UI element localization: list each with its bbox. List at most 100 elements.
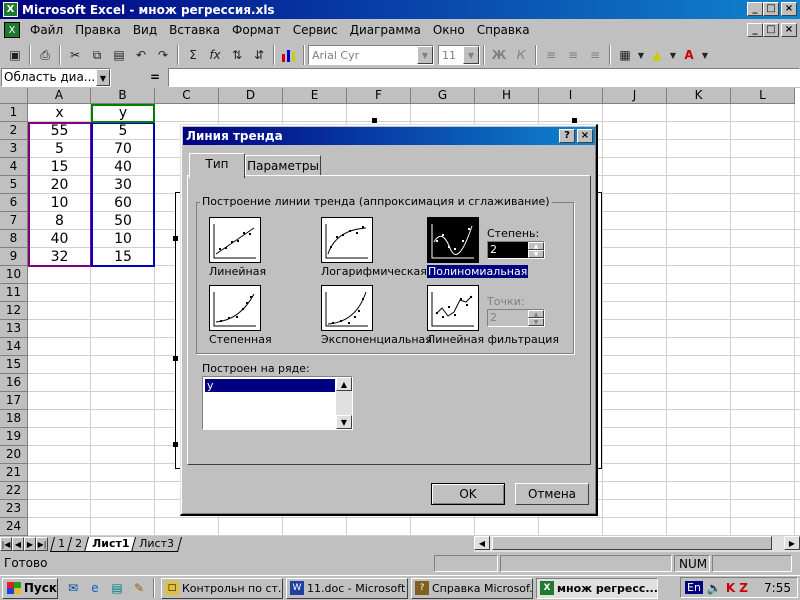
row-header[interactable]: 7 xyxy=(0,212,28,230)
borders-icon[interactable]: ▦ xyxy=(614,44,636,66)
tab-type[interactable]: Тип xyxy=(189,153,245,178)
chevron-down-icon[interactable]: ▼ xyxy=(668,44,678,66)
row-header[interactable]: 15 xyxy=(0,356,28,374)
bold-button[interactable]: Ж xyxy=(488,44,510,66)
column-header[interactable]: I xyxy=(539,88,603,104)
scroll-left-button[interactable]: ◀ xyxy=(474,536,490,550)
doc-minimize-button[interactable]: _ xyxy=(747,23,763,37)
degree-spin-buttons[interactable]: ▲ ▼ xyxy=(528,242,544,258)
row-header[interactable]: 21 xyxy=(0,464,28,482)
paste-icon[interactable]: ▤ xyxy=(108,44,130,66)
row-header[interactable]: 19 xyxy=(0,428,28,446)
chevron-down-icon[interactable]: ▼ xyxy=(417,46,433,64)
redo-icon[interactable]: ↷ xyxy=(152,44,174,66)
cell-A9[interactable]: 32 xyxy=(28,248,91,266)
row-header[interactable]: 8 xyxy=(0,230,28,248)
row-header[interactable]: 9 xyxy=(0,248,28,266)
excel-app-icon[interactable]: X xyxy=(3,2,18,17)
cell-A4[interactable]: 15 xyxy=(28,158,91,176)
scroll-down-icon[interactable]: ▼ xyxy=(336,415,352,429)
row-header[interactable]: 22 xyxy=(0,482,28,500)
doc-close-button[interactable]: × xyxy=(781,23,797,37)
undo-icon[interactable]: ↶ xyxy=(130,44,152,66)
task-help[interactable]: ? Справка Microsof... xyxy=(411,577,533,599)
print-icon[interactable]: ⎙ xyxy=(34,44,56,66)
first-sheet-button[interactable]: |◀ xyxy=(0,537,12,551)
column-header[interactable]: H xyxy=(475,88,539,104)
horizontal-scrollbar[interactable]: ◀ ▶ xyxy=(474,536,800,552)
document-icon[interactable]: X xyxy=(4,22,20,38)
cell-B9[interactable]: 15 xyxy=(91,248,155,266)
prev-sheet-button[interactable]: ◀ xyxy=(12,537,24,551)
linear-trend-option[interactable] xyxy=(209,217,261,263)
cell-A6[interactable]: 10 xyxy=(28,194,91,212)
row-header[interactable]: 10 xyxy=(0,266,28,284)
horizontal-scroll-thumb[interactable] xyxy=(492,536,772,550)
align-left-icon[interactable]: ≡ xyxy=(540,44,562,66)
function-icon[interactable]: fx xyxy=(204,44,226,66)
cut-icon[interactable]: ✂ xyxy=(64,44,86,66)
select-all-corner[interactable] xyxy=(0,88,28,104)
row-header[interactable]: 14 xyxy=(0,338,28,356)
formula-equals[interactable]: = xyxy=(150,70,160,84)
chart-wizard-icon[interactable] xyxy=(278,44,300,66)
speaker-icon[interactable]: 🔈 xyxy=(707,581,722,595)
row-header[interactable]: 12 xyxy=(0,302,28,320)
menu-format[interactable]: Формат xyxy=(226,23,287,37)
sort-ascending-icon[interactable]: ⇅ xyxy=(226,44,248,66)
ok-button[interactable]: OK xyxy=(431,483,505,505)
cancel-button[interactable]: Отмена xyxy=(515,483,589,505)
column-header[interactable]: J xyxy=(603,88,667,104)
help-button[interactable]: ? xyxy=(559,129,575,143)
cell-B6[interactable]: 60 xyxy=(91,194,155,212)
spin-up-icon[interactable]: ▲ xyxy=(528,242,544,250)
sheet-tab-active[interactable]: Лист1 xyxy=(83,536,138,552)
row-header[interactable]: 2 xyxy=(0,122,28,140)
quicklaunch-ie-icon[interactable]: e xyxy=(84,577,106,599)
row-header[interactable]: 3 xyxy=(0,140,28,158)
cell-A8[interactable]: 40 xyxy=(28,230,91,248)
row-header[interactable]: 13 xyxy=(0,320,28,338)
row-header[interactable]: 5 xyxy=(0,176,28,194)
chart-resize-handle[interactable] xyxy=(173,236,178,241)
quicklaunch-outlook-icon[interactable]: ✉ xyxy=(62,577,84,599)
autosum-icon[interactable]: Σ xyxy=(182,44,204,66)
dialog-close-button[interactable]: × xyxy=(577,129,593,143)
column-header[interactable]: G xyxy=(411,88,475,104)
column-header[interactable]: B xyxy=(91,88,155,104)
cell-A3[interactable]: 5 xyxy=(28,140,91,158)
menu-insert[interactable]: Вставка xyxy=(163,23,226,37)
italic-button[interactable]: К xyxy=(510,44,532,66)
spin-up-icon[interactable]: ▲ xyxy=(528,310,544,318)
antivirus-icon[interactable]: Z xyxy=(739,581,748,595)
spin-down-icon[interactable]: ▼ xyxy=(528,318,544,326)
cell-B2[interactable]: 5 xyxy=(91,122,155,140)
task-excel[interactable]: X множ регресс... xyxy=(536,577,658,599)
chevron-down-icon[interactable]: ▼ xyxy=(96,69,110,86)
series-scrollbar[interactable]: ▲ ▼ xyxy=(336,377,352,429)
font-color-icon[interactable]: A xyxy=(678,44,700,66)
degree-spinner[interactable]: 2 ▲ ▼ xyxy=(487,241,545,259)
logarithmic-label[interactable]: Логарифмическая xyxy=(321,265,427,278)
series-item[interactable]: y xyxy=(205,379,335,392)
next-sheet-button[interactable]: ▶ xyxy=(24,537,36,551)
chart-resize-handle[interactable] xyxy=(572,118,577,123)
chevron-down-icon[interactable]: ▼ xyxy=(700,44,710,66)
cell-A2[interactable]: 55 xyxy=(28,122,91,140)
menu-view[interactable]: Вид xyxy=(127,23,163,37)
font-size-combo[interactable]: 11 ▼ xyxy=(438,45,480,65)
sort-descending-icon[interactable]: ⇵ xyxy=(248,44,270,66)
column-header[interactable]: F xyxy=(347,88,411,104)
row-header[interactable]: 6 xyxy=(0,194,28,212)
chart-resize-handle[interactable] xyxy=(372,118,377,123)
menu-edit[interactable]: Правка xyxy=(69,23,127,37)
row-header[interactable]: 23 xyxy=(0,500,28,518)
menu-window[interactable]: Окно xyxy=(427,23,471,37)
cell-A5[interactable]: 20 xyxy=(28,176,91,194)
keyboard-switcher-icon[interactable]: K xyxy=(726,581,735,595)
column-header[interactable]: K xyxy=(667,88,731,104)
font-name-combo[interactable]: Arial Cyr ▼ xyxy=(308,45,434,65)
row-header[interactable]: 11 xyxy=(0,284,28,302)
formula-input[interactable] xyxy=(168,68,800,87)
polynomial-label[interactable]: Полиномиальная xyxy=(427,265,529,278)
